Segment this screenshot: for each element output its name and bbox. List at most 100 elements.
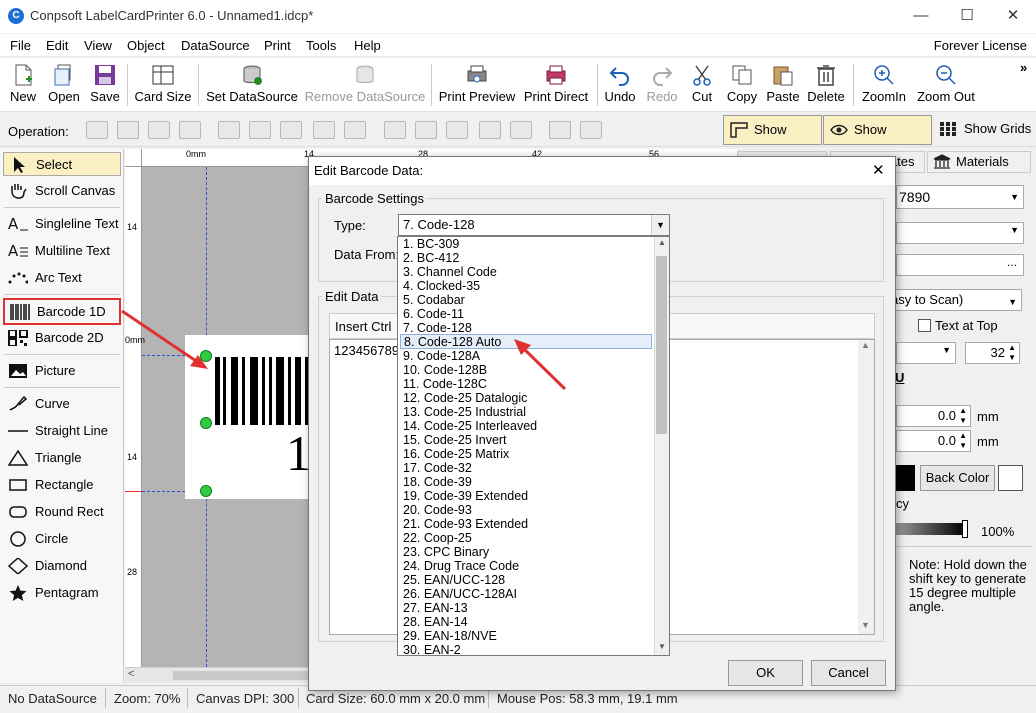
- align-top-icon[interactable]: [384, 121, 406, 139]
- type-option[interactable]: 27. EAN-13: [400, 601, 652, 615]
- type-option[interactable]: 6. Code-11: [400, 307, 652, 321]
- show-grids-toggle[interactable]: Show Grids: [934, 115, 1034, 145]
- type-option[interactable]: 30. EAN-2: [400, 643, 652, 657]
- type-option[interactable]: 15. Code-25 Invert: [400, 433, 652, 447]
- align-bottom-icon[interactable]: [446, 121, 468, 139]
- align-middle-icon[interactable]: [415, 121, 437, 139]
- ok-button[interactable]: OK: [728, 660, 803, 686]
- tool-barcode-2d[interactable]: Barcode 2D: [3, 326, 121, 350]
- type-option[interactable]: 25. EAN/UCC-128: [400, 573, 652, 587]
- open-button[interactable]: Open: [44, 62, 84, 108]
- readability-select[interactable]: asy to Scan) ▼: [888, 289, 1022, 311]
- save-button[interactable]: Save: [88, 62, 122, 108]
- space-v-icon[interactable]: [510, 121, 532, 139]
- scroll-down-icon[interactable]: ▼: [861, 620, 870, 630]
- type-option[interactable]: 18. Code-39: [400, 475, 652, 489]
- tool-curve[interactable]: Curve: [3, 392, 121, 416]
- print-preview-button[interactable]: Print Preview: [438, 62, 516, 108]
- resize-handle[interactable]: [200, 485, 212, 497]
- delete-button[interactable]: Delete: [806, 62, 846, 108]
- tool-arc-text[interactable]: Arc Text: [3, 266, 121, 290]
- type-option[interactable]: 14. Code-25 Interleaved: [400, 419, 652, 433]
- tool-rectangle[interactable]: Rectangle: [3, 473, 121, 497]
- layer-down-icon[interactable]: [148, 121, 170, 139]
- align-right-icon[interactable]: [280, 121, 302, 139]
- font-name-select[interactable]: ▼: [896, 342, 956, 364]
- type-option[interactable]: 4. Clocked-35: [400, 279, 652, 293]
- tool-picture[interactable]: Picture: [3, 359, 121, 383]
- menu-print[interactable]: Print: [264, 38, 291, 53]
- back-color-swatch[interactable]: [998, 465, 1023, 491]
- underline-button[interactable]: U: [895, 370, 904, 385]
- menu-help[interactable]: Help: [354, 38, 381, 53]
- barcode-bars[interactable]: [213, 357, 310, 425]
- toolbar-overflow-button[interactable]: »: [1020, 60, 1027, 75]
- align-center-icon[interactable]: [249, 121, 271, 139]
- paste-button[interactable]: Paste: [765, 62, 801, 108]
- tool-multiline-text[interactable]: A Multiline Text: [3, 239, 121, 263]
- menu-edit[interactable]: Edit: [46, 38, 68, 53]
- remove-datasource-button[interactable]: Remove DataSource: [304, 62, 426, 108]
- show-guides-toggle[interactable]: Show Guides: [823, 115, 932, 165]
- type-option[interactable]: 1. BC-309: [400, 237, 652, 251]
- cut-button[interactable]: Cut: [686, 62, 718, 108]
- browse-ellipsis-button[interactable]: ...: [1007, 255, 1017, 269]
- type-option[interactable]: 17. Code-32: [400, 461, 652, 475]
- type-option[interactable]: 20. Code-93: [400, 503, 652, 517]
- scroll-up-icon[interactable]: ▲: [658, 238, 666, 247]
- undo-button[interactable]: Undo: [602, 62, 638, 108]
- type-option[interactable]: 21. Code-93 Extended: [400, 517, 652, 531]
- maximize-button[interactable]: ☐: [944, 0, 990, 33]
- type-option[interactable]: 2. BC-412: [400, 251, 652, 265]
- show-ruler-toggle[interactable]: Show Ruler: [723, 115, 822, 165]
- resize-handle[interactable]: [200, 417, 212, 429]
- text-at-top-checkbox[interactable]: [918, 319, 931, 332]
- tool-scroll-canvas[interactable]: Scroll Canvas: [3, 179, 121, 203]
- offset-x-spinner[interactable]: 0.0 ▲ ▼: [896, 405, 971, 427]
- menu-file[interactable]: File: [10, 38, 31, 53]
- ungroup-icon[interactable]: [580, 121, 602, 139]
- tool-pentagram[interactable]: Pentagram: [3, 581, 121, 605]
- minimize-button[interactable]: —: [898, 0, 944, 33]
- zoom-out-button[interactable]: Zoom Out: [914, 62, 978, 108]
- fore-color-swatch[interactable]: [896, 465, 915, 491]
- opacity-slider-thumb[interactable]: [962, 520, 968, 538]
- tool-diamond[interactable]: Diamond: [3, 554, 121, 578]
- type-option[interactable]: 3. Channel Code: [400, 265, 652, 279]
- type-option[interactable]: 26. EAN/UCC-128AI: [400, 587, 652, 601]
- back-color-button[interactable]: Back Color: [920, 465, 995, 491]
- data-browse-field[interactable]: ...: [896, 254, 1024, 276]
- menu-view[interactable]: View: [84, 38, 112, 53]
- scroll-up-icon[interactable]: ▲: [861, 340, 870, 350]
- type-option[interactable]: 5. Codabar: [400, 293, 652, 307]
- menu-object[interactable]: Object: [127, 38, 165, 53]
- scroll-down-icon[interactable]: ▼: [658, 642, 666, 651]
- distribute-h-icon[interactable]: [313, 121, 335, 139]
- scroll-left-arrow-icon[interactable]: <: [128, 668, 134, 680]
- offset-y-spinner[interactable]: 0.0 ▲ ▼: [896, 430, 971, 452]
- tool-select[interactable]: Select: [3, 152, 121, 176]
- layer-up-icon[interactable]: [86, 121, 108, 139]
- tool-singleline-text[interactable]: A Singleline Text: [3, 212, 121, 236]
- spinner-arrows-icon[interactable]: ▲ ▼: [959, 406, 967, 426]
- tool-straight-line[interactable]: Straight Line: [3, 419, 121, 443]
- card-size-button[interactable]: Card Size: [133, 62, 193, 108]
- tool-triangle[interactable]: Triangle: [3, 446, 121, 470]
- layer-top-icon[interactable]: [117, 121, 139, 139]
- datasource-field-select[interactable]: ▼: [896, 222, 1024, 244]
- set-datasource-button[interactable]: Set DataSource: [204, 62, 300, 108]
- menu-tools[interactable]: Tools: [306, 38, 336, 53]
- tool-circle[interactable]: Circle: [3, 527, 121, 551]
- close-window-button[interactable]: ✕: [990, 0, 1036, 33]
- copy-button[interactable]: Copy: [724, 62, 760, 108]
- barcode-value-select[interactable]: 7890 ▼: [896, 185, 1024, 209]
- zoom-in-button[interactable]: ZoomIn: [859, 62, 909, 108]
- type-option[interactable]: 22. Coop-25: [400, 531, 652, 545]
- font-size-spinner[interactable]: 32 ▲ ▼: [965, 342, 1020, 364]
- type-option[interactable]: 19. Code-39 Extended: [400, 489, 652, 503]
- chevron-down-icon[interactable]: ▼: [651, 215, 669, 235]
- redo-button[interactable]: Redo: [644, 62, 680, 108]
- space-h-icon[interactable]: [344, 121, 366, 139]
- print-direct-button[interactable]: Print Direct: [520, 62, 592, 108]
- tool-round-rect[interactable]: Round Rect: [3, 500, 121, 524]
